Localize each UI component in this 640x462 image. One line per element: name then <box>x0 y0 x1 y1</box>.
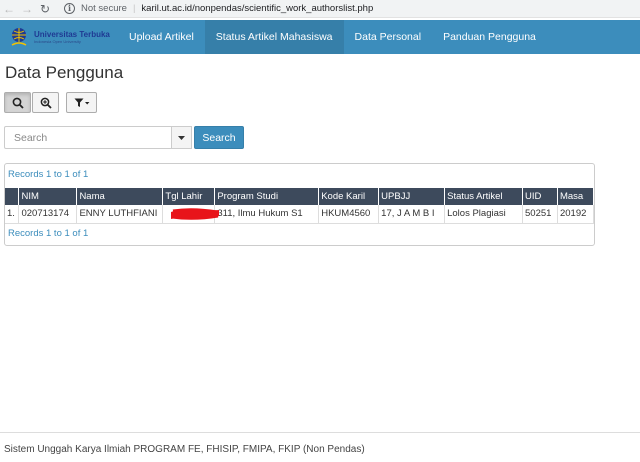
cell-uid: 50251 <box>522 205 558 224</box>
records-count-bottom: Records 1 to 1 of 1 <box>8 228 89 239</box>
filter-button[interactable] <box>66 92 97 113</box>
column-header-tgl-lahir[interactable]: Tgl Lahir <box>162 188 216 205</box>
url-text[interactable]: karil.ut.ac.id/nonpendas/scientific_work… <box>141 3 373 14</box>
back-arrow-icon[interactable]: ← <box>0 0 18 18</box>
zoom-in-icon <box>40 97 52 109</box>
security-label: Not secure <box>81 3 127 14</box>
browser-toolbar: ← → ↻ i Not secure | karil.ut.ac.id/nonp… <box>0 0 640 18</box>
cell-index: 1. <box>5 205 20 224</box>
brand-subtitle: Indonesia Open University <box>34 38 81 44</box>
cell-upbjj: 17, J A M B I <box>378 205 446 224</box>
cell-kode-karil: HKUM4560 <box>318 205 380 224</box>
forward-arrow-icon[interactable]: → <box>18 0 36 18</box>
records-count-top: Records 1 to 1 of 1 <box>8 169 89 180</box>
cell-nama: ENNY LUTHFIANI <box>76 205 164 224</box>
top-navbar: Universitas Terbuka Indonesia Open Unive… <box>0 20 640 54</box>
column-header-upbjj[interactable]: UPBJJ <box>378 188 446 205</box>
cell-nim: 020713174 <box>18 205 78 224</box>
column-header-masa[interactable]: Masa <box>557 188 595 205</box>
university-logo-icon <box>8 26 30 48</box>
column-header-nim[interactable]: NIM <box>18 188 78 205</box>
filter-icon <box>74 98 89 107</box>
search-input[interactable] <box>4 126 172 149</box>
brand[interactable]: Universitas Terbuka Indonesia Open Unive… <box>0 20 118 54</box>
search-button[interactable]: Search <box>194 126 244 149</box>
search-options-dropdown[interactable] <box>172 126 192 149</box>
nav-link-panduan-pengguna[interactable]: Panduan Pengguna <box>432 20 547 54</box>
users-table: NIM Nama Tgl Lahir Program Studi Kode Ka… <box>5 188 595 224</box>
nav-link-upload-artikel[interactable]: Upload Artikel <box>118 20 205 54</box>
redaction-mark <box>171 208 219 220</box>
page-title: Data Pengguna <box>5 63 124 82</box>
footer-text: Sistem Unggah Karya Ilmiah PROGRAM FE, F… <box>0 432 640 462</box>
address-bar[interactable]: i Not secure | karil.ut.ac.id/nonpendas/… <box>64 1 373 17</box>
cell-program-studi: 311, Ilmu Hukum S1 <box>214 205 320 224</box>
column-header-index <box>5 188 20 205</box>
cell-status-artikel: Lolos Plagiasi <box>444 205 523 224</box>
column-header-nama[interactable]: Nama <box>76 188 164 205</box>
column-header-kode-karil[interactable]: Kode Karil <box>318 188 380 205</box>
search-icon <box>12 97 24 109</box>
nav-link-status-artikel[interactable]: Status Artikel Mahasiswa <box>204 20 344 54</box>
reload-icon[interactable]: ↻ <box>36 0 54 18</box>
info-icon[interactable]: i <box>64 3 75 14</box>
column-header-status-artikel[interactable]: Status Artikel <box>444 188 523 205</box>
brand-name: Universitas Terbuka <box>34 29 110 39</box>
nav-link-data-personal[interactable]: Data Personal <box>344 20 433 54</box>
column-header-uid[interactable]: UID <box>522 188 558 205</box>
table-row[interactable]: 1. 020713174 ENNY LUTHFIANI 311, Ilmu Hu… <box>5 205 595 224</box>
column-header-program-studi[interactable]: Program Studi <box>214 188 320 205</box>
url-separator: | <box>132 3 136 14</box>
advanced-search-button[interactable] <box>32 92 59 113</box>
caret-down-icon <box>178 135 185 140</box>
search-toggle-button[interactable] <box>4 92 31 113</box>
table-header-row: NIM Nama Tgl Lahir Program Studi Kode Ka… <box>5 188 595 205</box>
cell-masa: 20192 <box>557 205 595 224</box>
search-group: Search <box>4 126 244 149</box>
results-panel: Records 1 to 1 of 1 NIM Nama Tgl Lahir P… <box>4 163 595 246</box>
